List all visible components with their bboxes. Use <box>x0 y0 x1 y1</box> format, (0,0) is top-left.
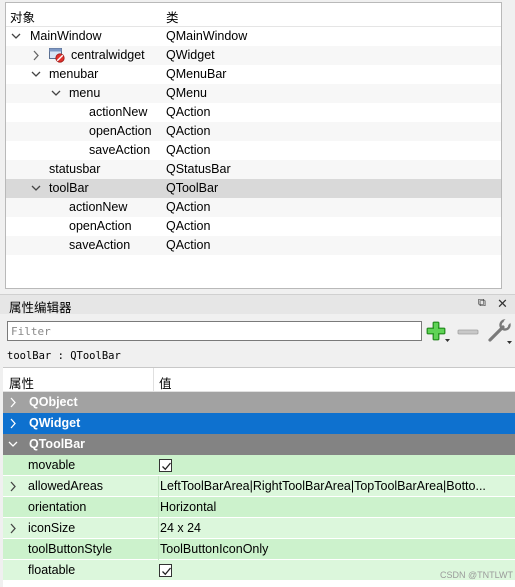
tree-row-class: QToolBar <box>166 181 219 195</box>
tree-row-menu-actionnew[interactable]: actionNew QAction <box>6 103 501 122</box>
column-divider[interactable] <box>153 368 154 392</box>
group-label: QObject <box>29 395 78 409</box>
tree-row-name: menubar <box>49 67 99 81</box>
tree-row-name: toolBar <box>49 181 89 195</box>
remove-property-button[interactable] <box>456 320 480 344</box>
tree-row-menubar[interactable]: menubar QMenuBar <box>6 65 501 84</box>
property-value[interactable]: ToolButtonIconOnly <box>158 539 515 560</box>
column-header-class[interactable]: 类 <box>166 7 179 26</box>
tree-row-toolbar[interactable]: toolBar QToolBar <box>6 179 501 198</box>
tree-row-menu-saveaction[interactable]: saveAction QAction <box>6 141 501 160</box>
tree-row-menu-openaction[interactable]: openAction QAction <box>6 122 501 141</box>
tree-row-name: actionNew <box>69 200 128 214</box>
property-table-header: 属性 值 <box>3 368 515 392</box>
filter-input[interactable] <box>7 321 422 341</box>
tree-row-class: QAction <box>166 105 211 119</box>
float-dock-icon[interactable]: ⧉ <box>478 297 486 310</box>
add-property-button[interactable] <box>425 320 451 344</box>
property-table: 属性 值 QObject QWidget QToolBar movable al… <box>3 367 515 587</box>
column-header-value[interactable]: 值 <box>159 373 172 392</box>
column-header-property[interactable]: 属性 <box>9 373 34 392</box>
wrench-icon <box>488 317 512 344</box>
tree-row-name: saveAction <box>89 143 151 157</box>
tree-row-toolbar-actionnew[interactable]: actionNew QAction <box>6 198 501 217</box>
tree-row-menu[interactable]: menu QMenu <box>6 84 501 103</box>
tree-row-name: MainWindow <box>30 29 102 43</box>
tree-row-class: QMenu <box>166 86 207 100</box>
object-tree: MainWindow QMainWindow centralwidget QWi… <box>6 27 501 255</box>
tree-row-name: centralwidget <box>71 48 145 62</box>
plus-icon <box>426 321 450 342</box>
tree-row-class: QAction <box>166 143 211 157</box>
tree-row-class: QAction <box>166 219 211 233</box>
watermark: CSDN @TNTLWT <box>440 570 513 580</box>
property-value[interactable]: LeftToolBarArea|RightToolBarArea|TopTool… <box>158 476 515 497</box>
property-editor-titlebar: 属性编辑器 ⧉ ✕ <box>0 294 515 315</box>
close-icon[interactable]: ✕ <box>497 296 508 312</box>
object-inspector: 对象 类 MainWindow QMainWindow centralwidge… <box>5 2 502 289</box>
property-name: movable <box>28 458 76 472</box>
tree-row-name: menu <box>69 86 101 100</box>
property-name: iconSize <box>28 521 76 535</box>
property-name: allowedAreas <box>28 479 104 493</box>
current-object-label: toolBar : QToolBar <box>7 350 121 362</box>
tree-row-class: QMenuBar <box>166 67 227 81</box>
floatable-checkbox[interactable] <box>159 564 172 577</box>
group-label: QToolBar <box>29 437 86 451</box>
property-row-movable[interactable]: movable <box>3 455 515 476</box>
movable-checkbox[interactable] <box>159 459 172 472</box>
tree-row-class: QMainWindow <box>166 29 248 43</box>
property-filter-bar <box>0 314 515 348</box>
column-header-object[interactable]: 对象 <box>10 7 35 26</box>
property-row-orientation[interactable]: orientation Horizontal <box>3 497 515 518</box>
property-name: toolButtonStyle <box>28 542 113 556</box>
tree-row-class: QAction <box>166 124 211 138</box>
tree-row-name: saveAction <box>69 238 131 252</box>
tree-row-name: statusbar <box>49 162 101 176</box>
tree-row-toolbar-openaction[interactable]: openAction QAction <box>6 217 501 236</box>
minus-icon <box>457 329 479 335</box>
group-qobject[interactable]: QObject <box>3 392 515 413</box>
widget-forbidden-icon <box>49 48 65 63</box>
property-row-iconsize[interactable]: iconSize 24 x 24 <box>3 518 515 539</box>
tree-row-mainwindow[interactable]: MainWindow QMainWindow <box>6 27 501 46</box>
configure-button[interactable] <box>485 317 513 345</box>
property-name: orientation <box>28 500 87 514</box>
property-row-floatable[interactable]: floatable <box>3 560 515 581</box>
tree-row-name: openAction <box>89 124 152 138</box>
property-row-toolbuttonstyle[interactable]: toolButtonStyle ToolButtonIconOnly <box>3 539 515 560</box>
tree-row-class: QAction <box>166 200 211 214</box>
property-row-allowedareas[interactable]: allowedAreas LeftToolBarArea|RightToolBa… <box>3 476 515 497</box>
property-value[interactable]: 24 x 24 <box>158 518 515 539</box>
property-name: floatable <box>28 563 76 577</box>
group-qtoolbar[interactable]: QToolBar <box>3 434 515 455</box>
group-qwidget[interactable]: QWidget <box>3 413 515 434</box>
tree-row-class: QAction <box>166 238 211 252</box>
tree-row-toolbar-saveaction[interactable]: saveAction QAction <box>6 236 501 255</box>
tree-row-centralwidget[interactable]: centralwidget QWidget <box>6 46 501 65</box>
tree-row-statusbar[interactable]: statusbar QStatusBar <box>6 160 501 179</box>
object-inspector-header: 对象 类 <box>6 3 501 27</box>
tree-row-class: QStatusBar <box>166 162 231 176</box>
tree-row-name: openAction <box>69 219 132 233</box>
tree-row-name: actionNew <box>89 105 148 119</box>
group-label: QWidget <box>29 416 81 430</box>
tree-row-class: QWidget <box>166 48 215 62</box>
property-value[interactable]: Horizontal <box>158 497 515 518</box>
